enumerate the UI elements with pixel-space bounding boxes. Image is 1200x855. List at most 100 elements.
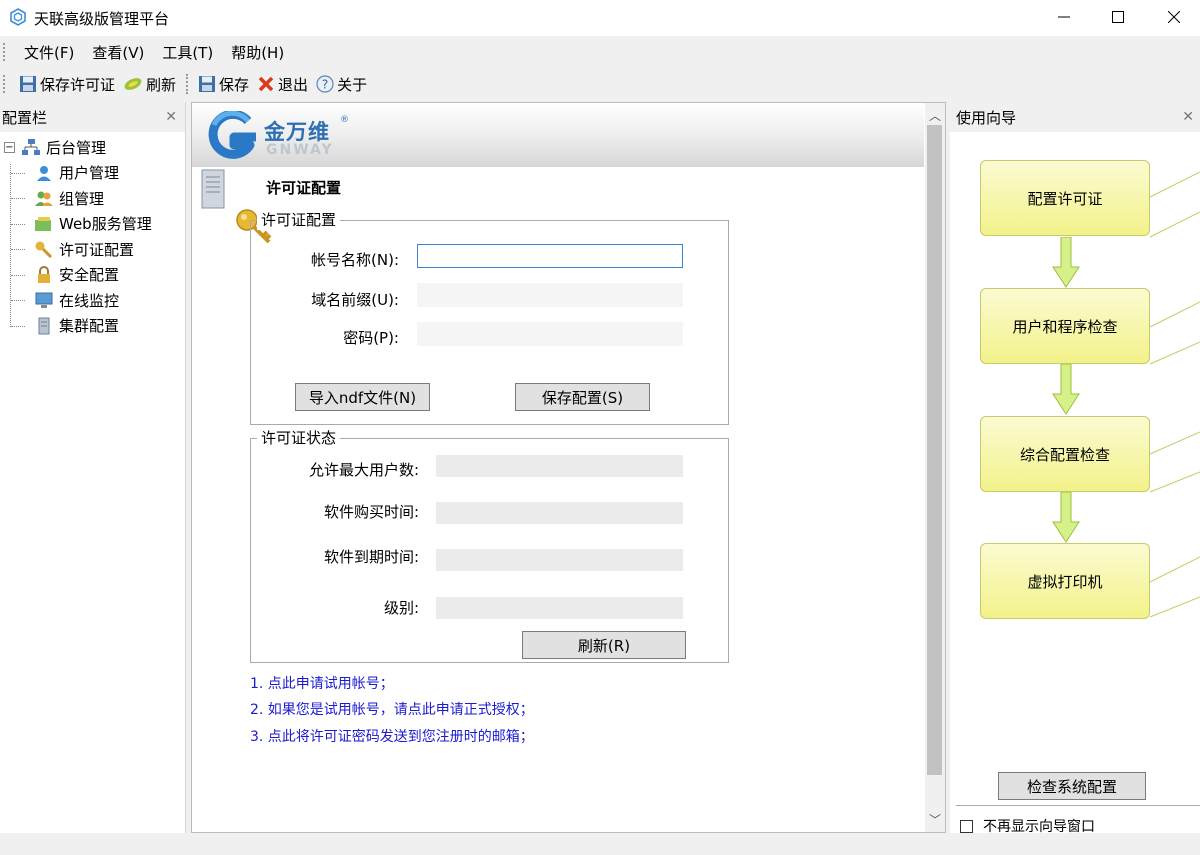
- sidebar-item-label: Web服务管理: [59, 215, 152, 234]
- apply-trial-link[interactable]: 1. 点此申请试用帐号；: [250, 673, 394, 693]
- max-users-label: 允许最大用户数:: [308, 461, 419, 479]
- menubar-grip: [3, 43, 9, 61]
- max-users-value: [436, 455, 683, 477]
- web-service-icon: [34, 215, 54, 233]
- logo-banner: 金万维 ® GNWAY: [192, 103, 924, 167]
- menu-view[interactable]: 查看(V): [83, 42, 153, 63]
- send-password-link[interactable]: 3. 点此将许可证密码发送到您注册时的邮箱；: [250, 726, 534, 746]
- wizard-panel: 使用向导 ✕ 配置许可证 用户和程序检查 综合配置检查 虚拟打印机 检查系统配置…: [950, 102, 1200, 836]
- sidebar-item-groups[interactable]: 组管理: [0, 186, 185, 212]
- user-icon: [34, 164, 54, 182]
- refresh-label: 刷新: [146, 75, 177, 94]
- save-config-button[interactable]: 保存配置(S): [515, 383, 650, 411]
- key-icon: [34, 240, 54, 259]
- expire-time-value: [436, 549, 683, 571]
- account-name-label: 帐号名称(N):: [311, 251, 399, 269]
- no-show-checkbox[interactable]: [960, 819, 973, 833]
- monitor-icon: [34, 291, 54, 309]
- title-bar: 天联高级版管理平台: [0, 0, 1200, 36]
- exit-label: 退出: [278, 75, 309, 94]
- sidebar-header: 配置栏 ✕: [0, 102, 185, 132]
- license-config-legend: 许可证配置: [257, 209, 341, 230]
- about-label: 关于: [337, 75, 368, 94]
- logo-text-en: GNWAY: [266, 142, 334, 158]
- sidebar-close-icon[interactable]: ✕: [165, 109, 177, 125]
- config-tree: − 后台管理 用户管理 组管理 Web服务管理 许可证配置 安全配置 在线监控 …: [0, 132, 185, 339]
- scroll-up-icon[interactable]: ︿: [929, 107, 941, 124]
- wizard-step-config-check[interactable]: 综合配置检查: [980, 416, 1150, 492]
- close-window-button[interactable]: [1150, 0, 1198, 34]
- wizard-step-user-check[interactable]: 用户和程序检查: [980, 288, 1150, 364]
- no-show-wizard-option[interactable]: 不再显示向导窗口: [960, 816, 1095, 836]
- vertical-scrollbar[interactable]: ︿ ﹀: [925, 103, 945, 832]
- lock-icon: [34, 265, 54, 284]
- exit-x-icon: [258, 76, 274, 92]
- save-disk-icon: [199, 76, 216, 92]
- network-icon: [21, 138, 41, 156]
- maximize-icon: [1112, 11, 1124, 23]
- refresh-status-button[interactable]: 刷新(R): [522, 631, 686, 659]
- app-logo-icon: [10, 8, 26, 26]
- tree-root-label: 后台管理: [46, 138, 107, 157]
- wizard-step-virtual-printer[interactable]: 虚拟打印机: [980, 543, 1150, 619]
- sidebar-item-label: 在线监控: [59, 291, 120, 310]
- level-value: [436, 597, 683, 619]
- scroll-down-icon[interactable]: ﹀: [929, 811, 941, 828]
- expire-time-label: 软件到期时间:: [323, 548, 419, 566]
- sidebar-item-label: 组管理: [59, 189, 105, 208]
- check-system-config-button[interactable]: 检查系统配置: [998, 772, 1146, 800]
- tree-root-backend[interactable]: − 后台管理: [0, 134, 185, 160]
- wizard-divider: [956, 805, 1200, 806]
- help-circle-icon: ?: [316, 75, 334, 93]
- config-sidebar: 配置栏 ✕ − 后台管理 用户管理 组管理 Web服务管理 许可证配置 安全配置…: [0, 102, 186, 833]
- apply-license-link[interactable]: 2. 如果您是试用帐号，请点此申请正式授权；: [250, 699, 534, 719]
- sidebar-item-security[interactable]: 安全配置: [0, 262, 185, 288]
- sidebar-item-cluster[interactable]: 集群配置: [0, 313, 185, 339]
- menu-file[interactable]: 文件(F): [15, 42, 83, 63]
- cluster-icon: [34, 317, 54, 335]
- save-license-label: 保存许可证: [40, 75, 116, 94]
- save-label: 保存: [219, 75, 250, 94]
- gnway-logo-icon: [208, 111, 256, 159]
- account-name-input[interactable]: [417, 244, 683, 268]
- close-icon: [1168, 11, 1180, 23]
- menu-help[interactable]: 帮助(H): [222, 42, 293, 63]
- window-title: 天联高级版管理平台: [34, 10, 170, 28]
- svg-text:?: ?: [322, 78, 328, 92]
- purchase-time-label: 软件购买时间:: [323, 503, 419, 521]
- sidebar-item-users[interactable]: 用户管理: [0, 160, 185, 186]
- toolbar-separator: [186, 74, 190, 94]
- group-icon: [34, 189, 54, 207]
- license-status-group: 许可证状态 允许最大用户数: 软件购买时间: 软件到期时间: 级别: 刷新(R): [250, 427, 729, 663]
- import-ndf-button[interactable]: 导入ndf文件(N): [295, 383, 430, 411]
- minimize-button[interactable]: [1040, 0, 1088, 34]
- logo-registered-mark: ®: [340, 115, 349, 125]
- save-button[interactable]: 保存: [194, 74, 253, 95]
- maximize-button[interactable]: [1094, 0, 1142, 34]
- page-title: 许可证配置: [266, 179, 342, 197]
- password-label: 密码(P):: [343, 329, 399, 347]
- exit-button[interactable]: 退出: [253, 74, 312, 95]
- password-input[interactable]: [417, 322, 683, 346]
- document-icon: [201, 169, 225, 209]
- sidebar-item-label: 安全配置: [59, 266, 120, 285]
- sidebar-title: 配置栏: [2, 108, 48, 127]
- sidebar-item-web-service[interactable]: Web服务管理: [0, 211, 185, 237]
- sidebar-item-label: 用户管理: [59, 164, 120, 183]
- scroll-thumb[interactable]: [927, 125, 942, 775]
- sidebar-item-monitor[interactable]: 在线监控: [0, 288, 185, 314]
- refresh-icon: [124, 78, 142, 90]
- save-license-button[interactable]: 保存许可证: [15, 74, 119, 95]
- menu-tools[interactable]: 工具(T): [153, 42, 222, 63]
- wizard-step-license[interactable]: 配置许可证: [980, 160, 1150, 236]
- level-label: 级别:: [383, 599, 419, 617]
- domain-prefix-input[interactable]: [417, 283, 683, 307]
- refresh-button[interactable]: 刷新: [119, 74, 180, 95]
- license-status-legend: 许可证状态: [257, 427, 341, 448]
- sidebar-item-license[interactable]: 许可证配置: [0, 237, 185, 263]
- about-button[interactable]: ? 关于: [312, 74, 371, 95]
- license-config-group: 许可证配置 帐号名称(N): 域名前缀(U): 密码(P): 导入ndf文件(N…: [250, 209, 729, 425]
- minimize-icon: [1058, 16, 1070, 18]
- collapse-icon[interactable]: −: [4, 141, 15, 153]
- toolbar: 保存许可证 刷新 保存 退出 ? 关于: [0, 68, 402, 100]
